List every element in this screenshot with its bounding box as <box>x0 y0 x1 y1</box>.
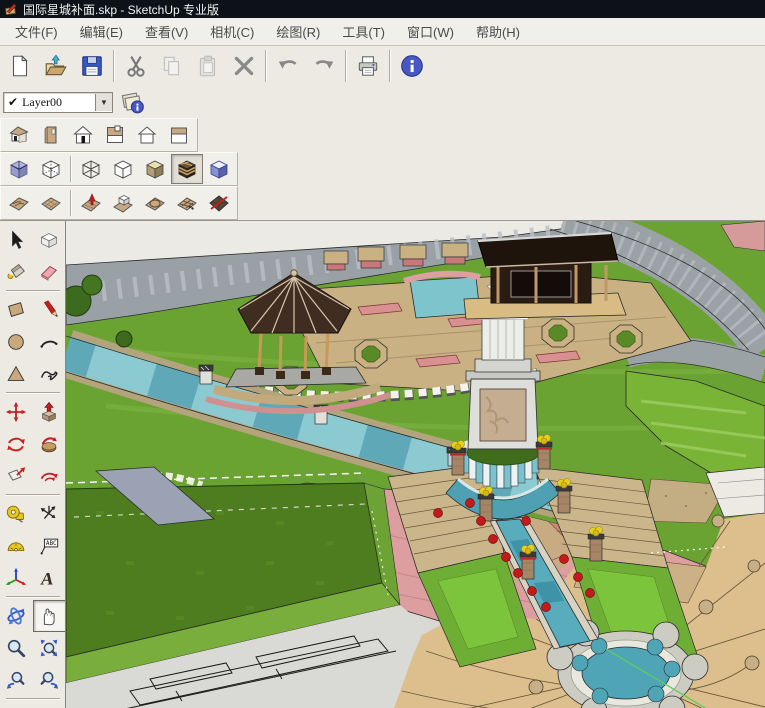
look-around-tool[interactable] <box>33 702 66 708</box>
move-tool[interactable] <box>0 396 33 428</box>
3d-text-tool[interactable]: A <box>33 562 66 594</box>
copy-button[interactable] <box>154 48 190 84</box>
viewport-canvas[interactable] <box>66 221 765 708</box>
monochrome-button[interactable] <box>203 154 235 184</box>
menu-help[interactable]: 帮助(H) <box>465 19 531 44</box>
freehand-tool[interactable] <box>33 358 66 390</box>
menu-view[interactable]: 查看(V) <box>134 19 199 44</box>
follow-me-tool[interactable] <box>33 428 66 460</box>
model-info-button[interactable] <box>394 48 430 84</box>
menu-file[interactable]: 文件(F) <box>4 19 69 44</box>
line-tool[interactable] <box>33 294 66 326</box>
add-detail-button[interactable] <box>171 188 203 218</box>
zoom-previous-tool[interactable] <box>0 664 33 696</box>
model-viewport[interactable] <box>66 221 765 708</box>
pan-tool[interactable] <box>33 600 66 632</box>
flip-edge-button[interactable] <box>203 188 235 218</box>
open-button[interactable] <box>38 48 74 84</box>
cut-button[interactable] <box>118 48 154 84</box>
left-view-button[interactable] <box>131 120 163 150</box>
tape-measure-tool[interactable] <box>0 498 33 530</box>
print-button[interactable] <box>350 48 386 84</box>
standard-toolbar <box>0 46 765 86</box>
from-contours-button[interactable] <box>3 188 35 218</box>
window-title: 国际星城补面.skp - SketchUp 专业版 <box>23 1 219 18</box>
stamp-button[interactable] <box>107 188 139 218</box>
front-view-button[interactable] <box>67 120 99 150</box>
push-pull-tool[interactable] <box>33 396 66 428</box>
face-style-toolbar-row <box>0 152 765 186</box>
3d-text-label: A <box>40 568 56 588</box>
face-style-toolbar <box>0 152 238 186</box>
layer-toolbar: ✔ Layer00 ▼ <box>0 86 765 118</box>
sandbox-toolbar-row <box>0 186 765 220</box>
back-view-button[interactable] <box>163 120 195 150</box>
sandbox-toolbar <box>0 186 238 220</box>
erase-button[interactable] <box>226 48 262 84</box>
shaded-button[interactable] <box>139 154 171 184</box>
eraser-tool[interactable] <box>33 256 66 288</box>
x-ray-button[interactable] <box>3 154 35 184</box>
protractor-tool[interactable] <box>0 530 33 562</box>
layer-visible-check-icon: ✔ <box>4 95 22 109</box>
redo-button[interactable] <box>306 48 342 84</box>
layer-dropdown-arrow-icon[interactable]: ▼ <box>95 94 112 111</box>
scale-tool[interactable] <box>0 460 33 492</box>
rotate-tool[interactable] <box>0 428 33 460</box>
dimension-tool[interactable] <box>33 498 66 530</box>
drape-button[interactable] <box>139 188 171 218</box>
sketchup-window: 国际星城补面.skp - SketchUp 专业版 文件(F) 编辑(E) 查看… <box>0 0 765 708</box>
circle-tool[interactable] <box>0 326 33 358</box>
tool-palette: ABC A <box>0 221 66 708</box>
new-button[interactable] <box>2 48 38 84</box>
menu-edit[interactable]: 编辑(E) <box>69 19 134 44</box>
menu-bar: 文件(F) 编辑(E) 查看(V) 相机(C) 绘图(R) 工具(T) 窗口(W… <box>0 18 765 46</box>
layer-manager-button[interactable] <box>117 87 149 117</box>
select-tool[interactable] <box>0 224 33 256</box>
position-camera-tool[interactable] <box>0 702 33 708</box>
title-bar: 国际星城补面.skp - SketchUp 专业版 <box>0 0 765 18</box>
offset-tool[interactable] <box>33 460 66 492</box>
smoove-button[interactable] <box>75 188 107 218</box>
menu-draw[interactable]: 绘图(R) <box>265 19 331 44</box>
zoom-window-tool[interactable] <box>33 632 66 664</box>
text-tool-label: ABC <box>46 540 57 547</box>
axes-tool[interactable] <box>0 562 33 594</box>
make-component-tool[interactable] <box>33 224 66 256</box>
shaded-with-textures-button[interactable] <box>171 154 203 184</box>
menu-camera[interactable]: 相机(C) <box>199 19 265 44</box>
right-view-button[interactable] <box>35 120 67 150</box>
views-toolbar-row <box>0 118 765 152</box>
zoom-next-tool[interactable] <box>33 664 66 696</box>
paint-bucket-tool[interactable] <box>0 256 33 288</box>
menu-tools[interactable]: 工具(T) <box>331 19 396 44</box>
arc-tool[interactable] <box>33 326 66 358</box>
current-layer-value: Layer00 <box>22 95 95 110</box>
from-scratch-button[interactable] <box>35 188 67 218</box>
app-icon <box>4 2 18 16</box>
toolbar-dock: ✔ Layer00 ▼ <box>0 46 765 221</box>
save-button[interactable] <box>74 48 110 84</box>
zoom-tool[interactable] <box>0 632 33 664</box>
paste-button[interactable] <box>190 48 226 84</box>
polygon-tool[interactable] <box>0 358 33 390</box>
undo-button[interactable] <box>270 48 306 84</box>
back-edges-button[interactable] <box>35 154 67 184</box>
views-toolbar <box>0 118 198 152</box>
rectangle-tool[interactable] <box>0 294 33 326</box>
menu-window[interactable]: 窗口(W) <box>396 19 465 44</box>
iso-view-button[interactable] <box>3 120 35 150</box>
hidden-line-button[interactable] <box>107 154 139 184</box>
top-view-button[interactable] <box>99 120 131 150</box>
text-tool[interactable]: ABC <box>33 530 66 562</box>
wireframe-button[interactable] <box>75 154 107 184</box>
layer-combobox[interactable]: ✔ Layer00 ▼ <box>3 92 113 113</box>
orbit-tool[interactable] <box>0 600 33 632</box>
